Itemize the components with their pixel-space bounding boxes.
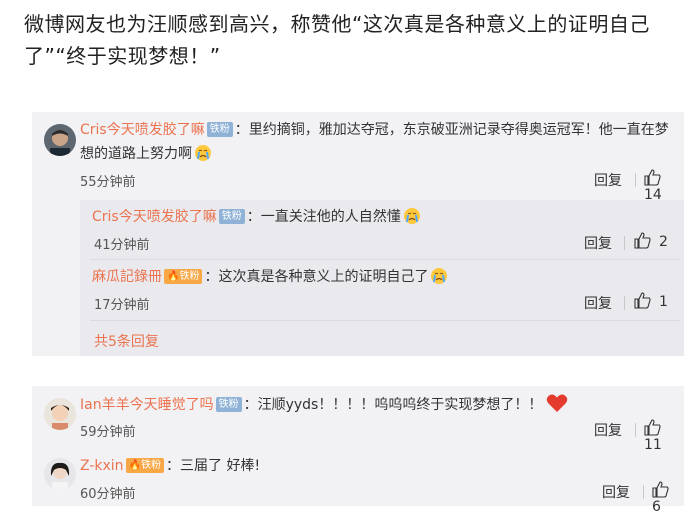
like-count: 6 <box>652 499 661 515</box>
divider <box>624 296 625 310</box>
like-count: 11 <box>644 437 662 453</box>
avatar[interactable] <box>44 124 76 156</box>
fan-badge[interactable]: 🔥铁粉 <box>125 458 165 473</box>
thumbs-up-icon <box>634 292 651 309</box>
like-count: 1 <box>659 294 668 310</box>
comment-text: Ian羊羊今天睡觉了吗 铁粉 ：汪顺yyds！！！！呜呜呜终于实现梦想了！！ <box>80 393 676 417</box>
heart-icon <box>547 394 568 412</box>
reply-body: ：一直关注他的人自然懂 <box>246 209 401 225</box>
reply-button[interactable]: 回复 <box>602 482 630 502</box>
comment-time: 60分钟前 <box>80 487 136 502</box>
reply-time: 17分钟前 <box>94 298 150 313</box>
reply-username[interactable]: 麻瓜記錄冊 <box>92 269 162 285</box>
reply-button[interactable]: 回复 <box>584 293 612 313</box>
thumbs-up-icon <box>644 169 661 186</box>
headline-text: 微博网友也为汪顺感到高兴，称赞他“这次真是各种意义上的证明自己了”“终于实现梦想… <box>24 12 650 68</box>
divider <box>635 173 636 187</box>
thumbs-up-icon <box>634 232 651 249</box>
comment-panel: Ian羊羊今天睡觉了吗 铁粉 ：汪顺yyds！！！！呜呜呜终于实现梦想了！！ 59分… <box>32 386 684 515</box>
reply-time: 41分钟前 <box>94 238 150 253</box>
fan-badge[interactable]: 铁粉 <box>218 209 245 224</box>
divider <box>635 423 636 437</box>
comment-username[interactable]: Z-kxin <box>80 458 124 474</box>
reply-body: ：这次真是各种意义上的证明自己了 <box>204 269 429 285</box>
avatar[interactable] <box>44 458 76 490</box>
more-replies-link[interactable]: 共5条回复 <box>94 331 159 351</box>
reply-button[interactable]: 回复 <box>594 420 622 440</box>
like-button[interactable]: 2 <box>634 232 668 250</box>
comment-text: Cris今天喷发胶了嘛 铁粉 ：里约摘铜，雅加达夺冠，东京破亚洲记录夺得奥运冠军！他… <box>80 118 676 166</box>
comment-body: ：汪顺yyds！！！！呜呜呜终于实现梦想了！！ <box>243 397 543 413</box>
comment-username[interactable]: Ian羊羊今天睡觉了吗 <box>80 397 214 413</box>
crying-emoji-icon <box>431 268 448 284</box>
comment-body: ：三届了 好棒! <box>166 458 261 474</box>
crying-emoji-icon <box>403 208 420 224</box>
thumbs-up-icon <box>652 481 669 498</box>
fire-icon: 🔥 <box>128 460 142 471</box>
fan-badge[interactable]: 铁粉 <box>206 122 233 137</box>
reply-text: 麻瓜記錄冊 🔥铁粉 ：这次真是各种意义上的证明自己了 <box>92 265 672 289</box>
like-count: 2 <box>659 234 668 250</box>
separator <box>90 320 680 321</box>
like-button[interactable]: 1 <box>634 292 668 310</box>
crying-emoji-icon <box>195 145 211 161</box>
fan-badge[interactable]: 铁粉 <box>215 397 242 412</box>
reply-button[interactable]: 回复 <box>594 170 622 190</box>
comment-time: 55分钟前 <box>80 175 136 190</box>
reply-text: Cris今天喷发胶了嘛 铁粉 ：一直关注他的人自然懂 <box>92 205 672 229</box>
like-button[interactable]: 14 <box>644 169 684 203</box>
divider <box>624 236 625 250</box>
divider <box>643 485 644 499</box>
comment-text: Z-kxin 🔥铁粉 ：三届了 好棒! <box>80 454 676 478</box>
comment-username[interactable]: Cris今天喷发胶了嘛 <box>80 122 205 138</box>
reply-button[interactable]: 回复 <box>584 233 612 253</box>
fan-badge[interactable]: 🔥铁粉 <box>164 269 203 284</box>
comment-time: 59分钟前 <box>80 425 136 440</box>
fire-icon: 🔥 <box>167 271 180 282</box>
like-button[interactable]: 6 <box>652 481 684 515</box>
reply-username[interactable]: Cris今天喷发胶了嘛 <box>92 209 217 225</box>
separator <box>90 259 680 260</box>
thumbs-up-icon <box>644 419 661 436</box>
avatar[interactable] <box>44 398 76 430</box>
like-button[interactable]: 11 <box>644 419 684 453</box>
